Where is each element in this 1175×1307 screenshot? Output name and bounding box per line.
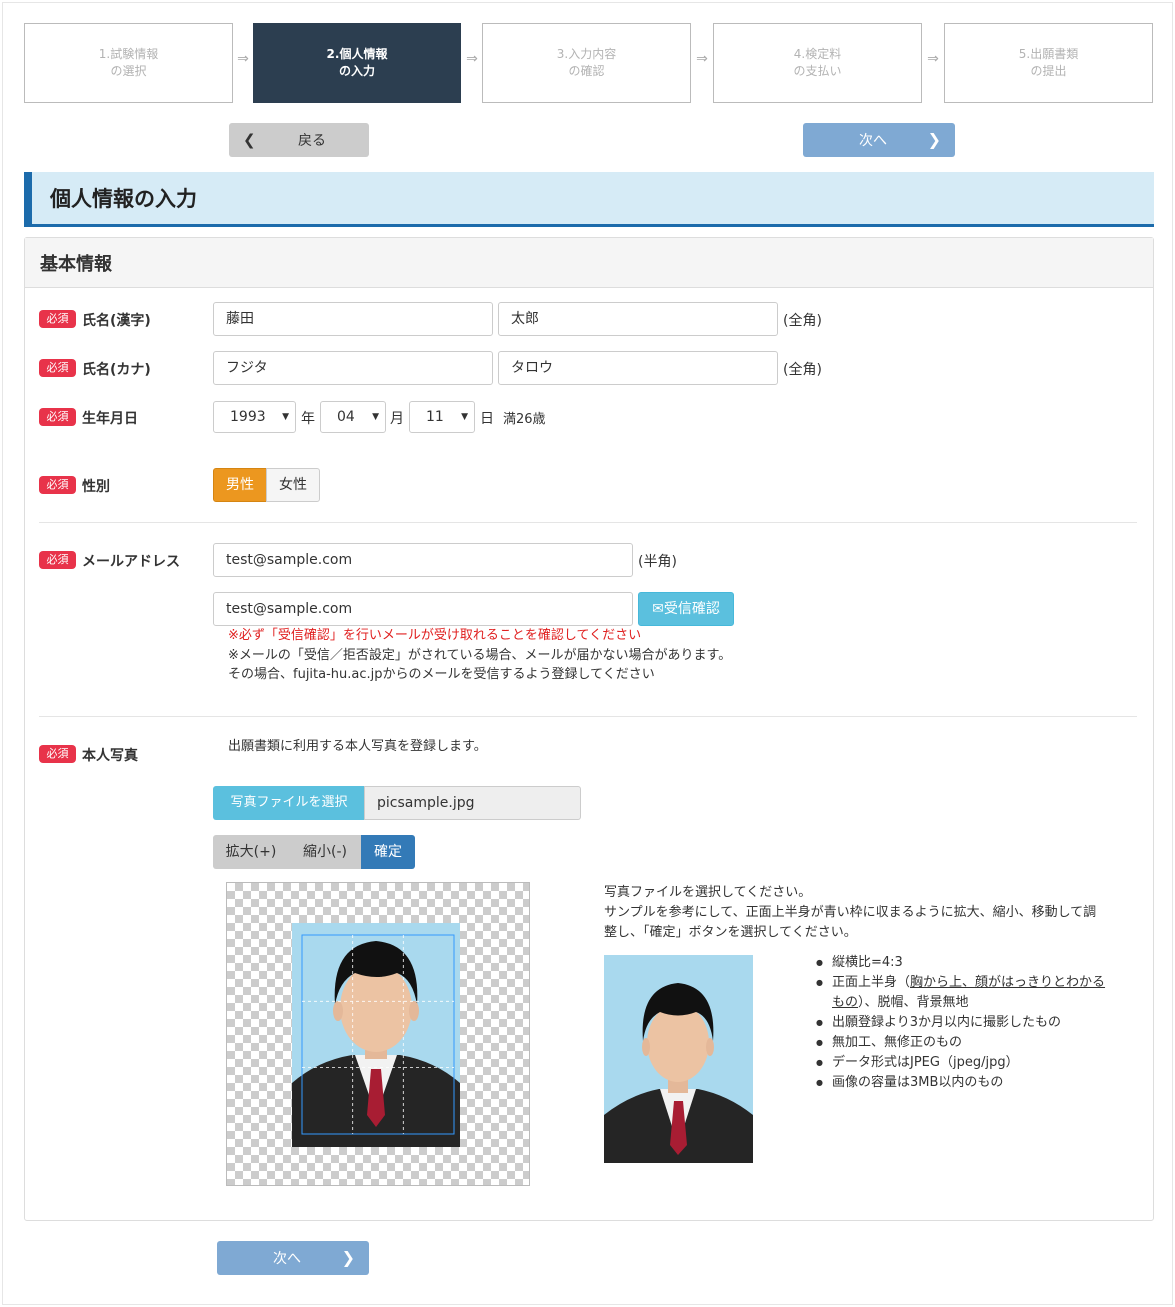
email-input[interactable]: test@sample.com <box>213 543 633 577</box>
birth-month-select[interactable]: 04 ▼ <box>320 401 386 433</box>
step-arrow-icon: ⇒ <box>927 51 939 67</box>
year-unit: 年 <box>301 411 315 427</box>
list-item: 正面上半身（胸から上、顔がはっきりとわかるもの）、脱帽、背景無地 <box>816 973 1146 1013</box>
step-3-line1: 3.入力内容 <box>556 47 617 61</box>
list-item: データ形式はJPEG（jpeg/jpg） <box>816 1053 1146 1073</box>
birth-date-label: 生年月日 <box>82 411 138 427</box>
email-note-1: ※メールの「受信／拒否設定」がされている場合、メールが届かない場合があります。 <box>228 648 732 663</box>
caret-down-icon: ▼ <box>282 412 289 422</box>
birth-day-value: 11 <box>426 409 444 425</box>
list-item: 縦横比=4:3 <box>816 953 1146 973</box>
caret-down-icon: ▼ <box>461 412 468 422</box>
choose-photo-file-button[interactable]: 写真ファイルを選択 <box>213 786 365 820</box>
page-title: 個人情報の入力 <box>24 172 1154 227</box>
step-3-line2: の確認 <box>568 64 605 78</box>
required-badge: 必須 <box>39 359 76 377</box>
back-button-label: 戻る <box>298 133 326 149</box>
day-unit: 日 <box>480 411 494 427</box>
name-kanji-label: 氏名(漢字) <box>82 313 151 329</box>
photo-crop-area[interactable] <box>226 882 530 1186</box>
cropper-photo[interactable] <box>227 883 529 1185</box>
step-2-line2: の入力 <box>338 64 375 78</box>
step-5-line2: の提出 <box>1030 64 1067 78</box>
requirement-2-underlined: 胸から上、顔がはっきりとわかる <box>910 975 1106 990</box>
chevron-right-icon: ❯ <box>341 1248 355 1267</box>
required-badge: 必須 <box>39 476 76 494</box>
panel-title: 基本情報 <box>25 238 1153 288</box>
first-name-kanji-input[interactable]: 太郎 <box>498 302 778 336</box>
step-2-active: 2.個人情報 の入力 <box>253 23 461 103</box>
month-unit: 月 <box>390 411 404 427</box>
list-item: 出願登録より3か月以内に撮影したもの <box>816 1013 1146 1033</box>
photo-description: 出願書類に利用する本人写真を登録します。 <box>228 739 487 754</box>
photo-instruction-2: サンプルを参考にして、正面上半身が青い枠に収まるように拡大、縮小、移動して調 <box>604 905 1097 920</box>
required-badge: 必須 <box>39 745 76 763</box>
zoom-in-button[interactable]: 拡大(+) <box>213 835 289 869</box>
birth-month-value: 04 <box>337 409 355 425</box>
list-item: 無加工、無修正のもの <box>816 1033 1146 1053</box>
step-5-line1: 5.出願書類 <box>1018 47 1079 61</box>
receive-check-label: 受信確認 <box>663 601 720 617</box>
gender-male-button[interactable]: 男性 <box>213 468 267 502</box>
step-arrow-icon: ⇒ <box>696 51 708 67</box>
chevron-right-icon: ❯ <box>927 130 941 149</box>
email-note-2: その場合、fujita-hu.ac.jpからのメールを受信するよう登録してくださ… <box>228 667 655 682</box>
name-kana-unit: (全角) <box>783 362 822 378</box>
step-4-line2: の支払い <box>793 64 842 78</box>
required-badge: 必須 <box>39 408 76 426</box>
last-name-kana-input[interactable]: フジタ <box>213 351 493 385</box>
requirement-2-suffix: ）、脱帽、背景無地 <box>858 995 969 1010</box>
caret-down-icon: ▼ <box>372 412 379 422</box>
requirement-2-prefix: 正面上半身（ <box>832 975 911 990</box>
required-badge: 必須 <box>39 310 76 328</box>
required-badge: 必須 <box>39 551 76 569</box>
receive-check-button[interactable]: ✉受信確認 <box>638 592 734 626</box>
birth-year-select[interactable]: 1993 ▼ <box>213 401 296 433</box>
next-button-bottom[interactable]: 次へ ❯ <box>217 1241 369 1275</box>
divider <box>39 522 1137 523</box>
last-name-kanji-input[interactable]: 藤田 <box>213 302 493 336</box>
step-arrow-icon: ⇒ <box>466 51 478 67</box>
step-4: 4.検定料 の支払い <box>713 23 922 103</box>
sample-photo <box>604 955 753 1163</box>
step-3: 3.入力内容 の確認 <box>482 23 691 103</box>
gender-female-button[interactable]: 女性 <box>266 468 320 502</box>
email-warning-note: ※必ず「受信確認」を行いメールが受け取れることを確認してください <box>228 628 642 643</box>
step-5: 5.出願書類 の提出 <box>944 23 1153 103</box>
step-2-line1: 2.個人情報 <box>326 47 388 61</box>
step-1-line2: の選択 <box>110 64 147 78</box>
email-confirm-input[interactable]: test@sample.com <box>213 592 633 626</box>
divider <box>39 716 1137 717</box>
next-button-top[interactable]: 次へ ❯ <box>803 123 955 157</box>
envelope-icon: ✉ <box>652 601 664 617</box>
photo-label: 本人写真 <box>82 748 138 764</box>
birth-day-select[interactable]: 11 ▼ <box>409 401 475 433</box>
step-4-line1: 4.検定料 <box>793 47 842 61</box>
gender-label: 性別 <box>82 479 110 495</box>
name-kanji-unit: (全角) <box>783 313 822 329</box>
step-indicator: 1.試験情報 の選択 ⇒ 2.個人情報 の入力 ⇒ 3.入力内容 の確認 ⇒ 4… <box>24 23 1154 103</box>
portrait-photo <box>292 923 460 1147</box>
list-item: 画像の容量は3MB以内のもの <box>816 1073 1146 1093</box>
email-unit: (半角) <box>638 554 677 570</box>
step-1-line1: 1.試験情報 <box>98 47 159 61</box>
photo-instruction-1: 写真ファイルを選択してください。 <box>604 885 812 900</box>
age-display: 満26歳 <box>503 412 546 427</box>
birth-year-value: 1993 <box>230 409 266 425</box>
photo-requirements-list: 縦横比=4:3 正面上半身（胸から上、顔がはっきりとわかるもの）、脱帽、背景無地… <box>816 953 1146 1093</box>
requirement-2-underlined-cont: もの <box>832 995 859 1010</box>
photo-instruction-3: 整し、「確定」ボタンを選択してください。 <box>604 925 857 940</box>
photo-file-name: picsample.jpg <box>364 786 581 820</box>
step-1: 1.試験情報 の選択 <box>24 23 233 103</box>
back-button[interactable]: ❮ 戻る <box>229 123 369 157</box>
name-kana-label: 氏名(カナ) <box>82 362 151 378</box>
zoom-out-button[interactable]: 縮小(-) <box>289 835 361 869</box>
email-label: メールアドレス <box>82 554 180 570</box>
confirm-crop-button[interactable]: 確定 <box>361 835 415 869</box>
first-name-kana-input[interactable]: タロウ <box>498 351 778 385</box>
step-arrow-icon: ⇒ <box>237 51 249 67</box>
